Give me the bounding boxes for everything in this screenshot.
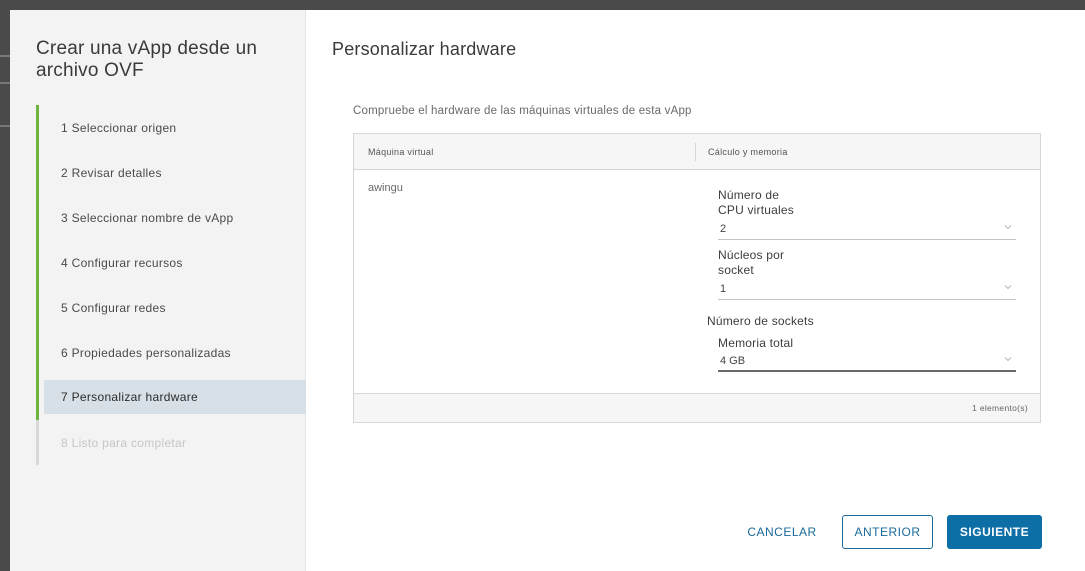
hardware-datagrid: Máquina virtual Cálculo y memoria awingu… [353, 133, 1041, 423]
step-progress-bar [36, 150, 39, 195]
step-progress-bar [36, 240, 39, 285]
step-custom-properties[interactable]: 6 Propiedades personalizadas [36, 330, 306, 375]
cpu-count-label: Número de CPU virtuales [718, 188, 794, 218]
cores-per-socket-label-line: Núcleos por [718, 248, 785, 262]
chevron-down-icon [1004, 283, 1012, 291]
total-memory-select[interactable]: 4 GB [718, 352, 1016, 372]
chevron-down-icon [1004, 223, 1012, 231]
wizard-content: Personalizar hardware Compruebe el hardw… [306, 10, 1085, 571]
cores-per-socket-label-line: socket [718, 263, 754, 277]
cores-per-socket-label: Núcleos por socket [718, 248, 784, 278]
step-label: 4 Configurar recursos [61, 255, 183, 270]
step-progress-bar [36, 375, 39, 420]
step-customize-hardware[interactable]: 7 Personalizar hardware [36, 375, 306, 420]
page-title: Personalizar hardware [332, 39, 517, 59]
step-ready-to-complete: 8 Listo para completar [36, 420, 306, 465]
wizard-sidebar: Crear una vApp desde un archivo OVF 1 Se… [10, 10, 306, 571]
step-select-name[interactable]: 3 Seleccionar nombre de vApp [36, 195, 306, 240]
wizard-title: Crear una vApp desde un archivo OVF [36, 38, 258, 81]
cores-per-socket-value: 1 [720, 283, 727, 295]
total-memory-label: Memoria total [718, 336, 794, 350]
total-memory-value: 4 GB [720, 355, 746, 367]
datagrid-footer: 1 elemento(s) [354, 393, 1040, 422]
step-label: 1 Seleccionar origen [61, 120, 177, 135]
cpu-count-label-line: CPU virtuales [718, 203, 794, 217]
step-label: 3 Seleccionar nombre de vApp [61, 210, 234, 225]
step-progress-bar [36, 420, 39, 465]
step-progress-bar [36, 330, 39, 375]
cpu-count-select[interactable]: 2 [718, 220, 1016, 240]
step-label: 6 Propiedades personalizadas [61, 345, 231, 360]
vm-name-cell: awingu [368, 182, 403, 194]
cores-per-socket-select[interactable]: 1 [718, 280, 1016, 300]
previous-button[interactable]: ANTERIOR [842, 515, 933, 549]
chevron-down-icon [1004, 355, 1012, 363]
cancel-button[interactable]: CANCELAR [743, 515, 821, 549]
step-progress-bar [36, 195, 39, 240]
step-review-details[interactable]: 2 Revisar detalles [36, 150, 306, 195]
wizard-dialog: Crear una vApp desde un archivo OVF 1 Se… [10, 10, 1085, 571]
step-label: 7 Personalizar hardware [61, 390, 198, 404]
step-select-source[interactable]: 1 Seleccionar origen [36, 105, 306, 150]
step-label: 2 Revisar detalles [61, 165, 162, 180]
next-button[interactable]: SIGUIENTE [947, 515, 1042, 549]
datagrid-header: Máquina virtual Cálculo y memoria [354, 134, 1040, 170]
column-header-compute-memory[interactable]: Cálculo y memoria [696, 147, 788, 157]
step-label: 8 Listo para completar [61, 435, 187, 450]
wizard-steps: 1 Seleccionar origen 2 Revisar detalles … [36, 105, 306, 465]
sockets-count-label: Número de sockets [707, 314, 814, 328]
cpu-count-value: 2 [720, 223, 727, 235]
step-configure-networks[interactable]: 5 Configurar redes [36, 285, 306, 330]
step-progress-bar [36, 285, 39, 330]
step-progress-bar [36, 105, 39, 150]
table-row: awingu Número de CPU virtuales 2 Núcleos… [354, 170, 1040, 394]
step-label: 5 Configurar redes [61, 300, 166, 315]
column-header-virtual-machine[interactable]: Máquina virtual [354, 142, 696, 161]
page-subtitle: Compruebe el hardware de las máquinas vi… [353, 105, 692, 117]
cpu-count-label-line: Número de [718, 188, 780, 202]
step-configure-resources[interactable]: 4 Configurar recursos [36, 240, 306, 285]
